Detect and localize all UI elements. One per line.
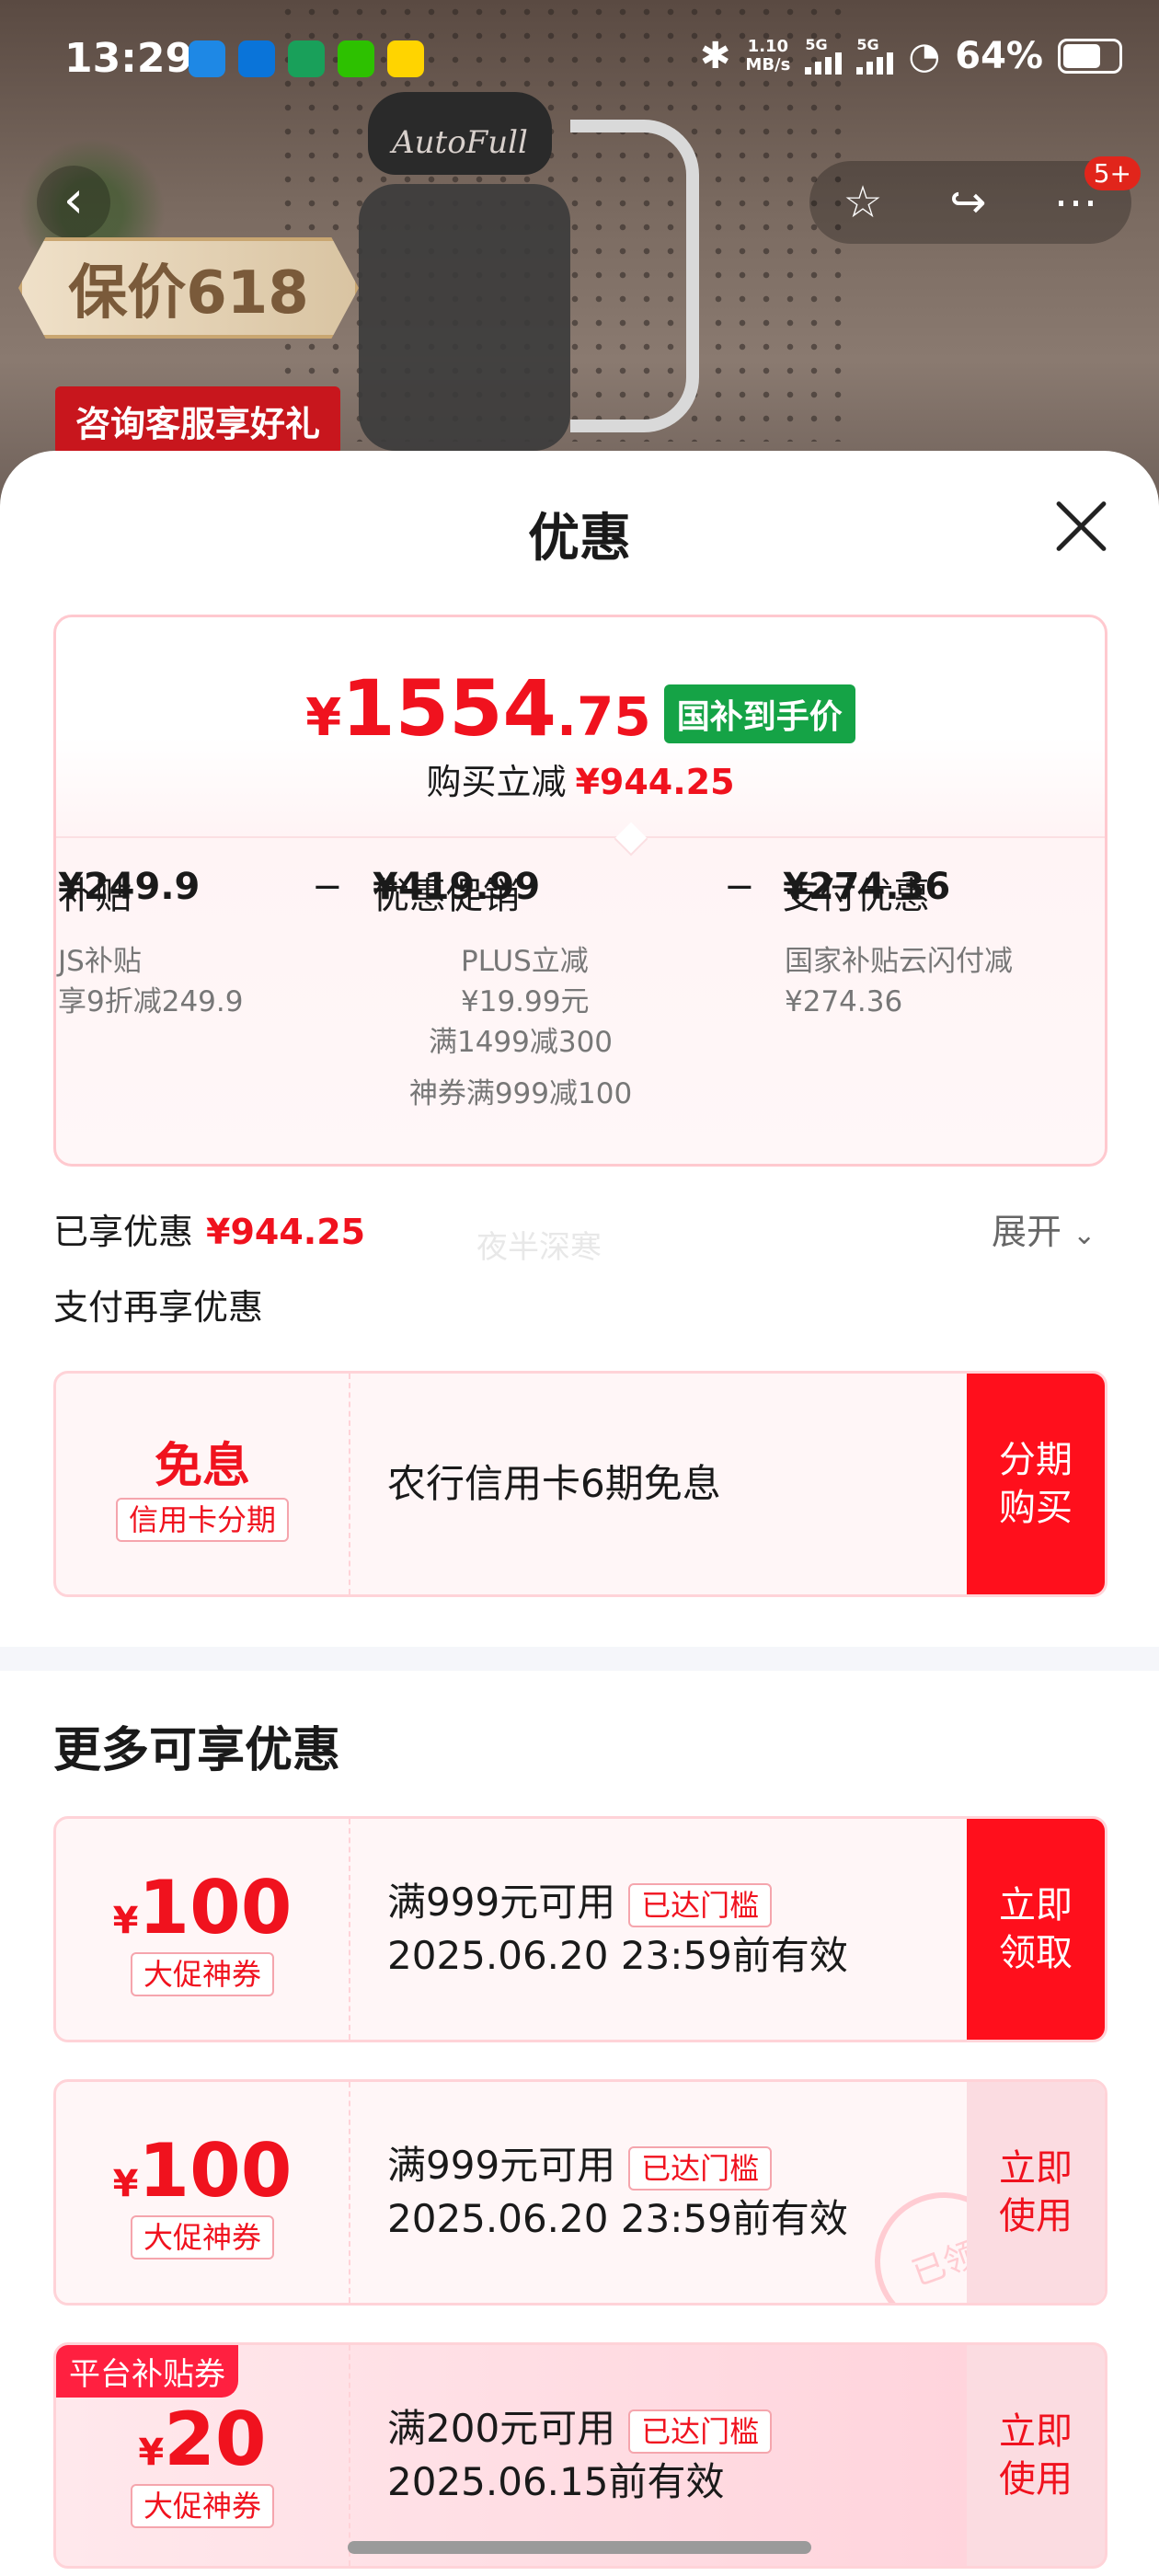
sheet-title: 优惠 <box>528 509 631 569</box>
use-coupon-button[interactable]: 立即 使用 <box>967 2345 1105 2566</box>
app-notification-icon <box>189 40 225 77</box>
price-summary-card: ¥ 1554 .75 国补到手价 购买立减 ¥944.25 补贴 ¥249.9 −… <box>53 615 1107 1167</box>
installment-card: 免息 信用卡分期 农行信用卡6期免息 分期 购买 <box>53 1371 1107 1597</box>
coupon-type-badge: 大促神券 <box>130 2215 274 2260</box>
home-indicator[interactable] <box>348 2541 811 2554</box>
signal-bars-icon <box>856 52 894 75</box>
chair-image: AutoFull <box>340 83 708 469</box>
promo-tag: 保价618 <box>18 237 359 339</box>
app-notification-icon <box>387 40 424 77</box>
status-time: 13:29 <box>64 35 194 82</box>
wifi-icon: ◔ <box>908 35 941 77</box>
bluetooth-icon: ✱ <box>699 35 731 77</box>
wechat-icon <box>338 40 374 77</box>
pay-detail: 国家补贴云闪付减 ¥274.36 <box>785 945 1013 1018</box>
coupon-left: ¥100 大促神券 <box>56 1819 350 2040</box>
credit-installment-badge: 信用卡分期 <box>115 1498 289 1542</box>
net-speed: 1.10 MB/s <box>745 37 791 75</box>
status-bar: 13:29 ✱ 1.10 MB/s 5G 5G ◔ 64% <box>0 0 1159 120</box>
app-notification-icon <box>288 40 325 77</box>
platform-subsidy-tag: 平台补贴券 <box>56 2345 238 2398</box>
message-count-badge: 5+ <box>1084 156 1141 190</box>
coupon-card: ¥100 大促神券 满999元可用 已达门槛 2025.06.20 23:59前有… <box>53 2079 1107 2306</box>
battery-percent: 64% <box>955 35 1043 77</box>
purchase-reduction: 购买立减 ¥944.25 <box>426 762 735 802</box>
more-discounts-title: 更多可享优惠 <box>53 1723 341 1778</box>
close-icon[interactable] <box>1049 492 1113 557</box>
signal-1: 5G <box>805 38 843 75</box>
status-app-icons <box>189 40 424 77</box>
minus-sign: − <box>312 866 343 908</box>
use-coupon-button[interactable]: 立即 使用 <box>967 2082 1105 2303</box>
installment-buy-button[interactable]: 分期 购买 <box>967 1374 1105 1594</box>
top-nav-actions: ☆ ↪ ⋯ <box>809 161 1131 244</box>
app-notification-icon <box>238 40 275 77</box>
signal-2: 5G <box>856 38 894 75</box>
favorite-star-icon[interactable]: ☆ <box>843 177 882 228</box>
coupon-amount: ¥100 <box>112 1865 293 1950</box>
subsidy-price-badge: 国补到手价 <box>663 684 855 743</box>
watermark: 夜半深寒 <box>476 1229 602 1266</box>
installment-left: 免息 信用卡分期 <box>56 1374 350 1594</box>
coupon-left: ¥100 大促神券 <box>56 2082 350 2303</box>
coupon-info: 满999元可用 已达门槛 2025.06.20 23:59前有效 <box>387 1880 848 1978</box>
promo-detail: PLUS立减 ¥19.99元 <box>461 945 590 1018</box>
section-divider <box>0 1647 1159 1671</box>
battery-icon <box>1058 39 1122 74</box>
price-header: ¥ 1554 .75 国补到手价 购买立减 ¥944.25 <box>56 617 1105 838</box>
coupon-info: 满200元可用 已达门槛 2025.06.15前有效 <box>387 2345 773 2566</box>
coupon-amount: ¥100 <box>112 2128 293 2214</box>
subsidy-detail: JS补贴 享9折减249.9 <box>58 945 244 1018</box>
product-image-background: AutoFull 13:29 ✱ 1.10 MB/s 5G 5G ◔ 64% ‹… <box>0 0 1159 515</box>
pay-more-title: 支付再享优惠 <box>53 1287 264 1328</box>
enjoyed-discount: 已享优惠 ¥944.25 <box>53 1212 366 1252</box>
chair-frame <box>570 120 699 432</box>
coupon-info: 满999元可用 已达门槛 2025.06.20 23:59前有效 <box>387 2143 848 2241</box>
interest-free-title: 免息 <box>154 1439 250 1494</box>
signal-bars-icon <box>805 52 843 75</box>
expand-toggle[interactable]: 展开 ⌄ <box>992 1203 1096 1254</box>
coupon-card: ¥100 大促神券 满999元可用 已达门槛 2025.06.20 23:59前有… <box>53 1816 1107 2042</box>
promo-banner[interactable]: 咨询客服享好礼 <box>55 386 340 454</box>
share-icon[interactable]: ↪ <box>949 177 986 228</box>
promo-detail-more: 满1499减300 神券满999减100 <box>408 1026 633 1110</box>
claim-coupon-button[interactable]: 立即 领取 <box>967 1819 1105 2040</box>
discount-sheet: 优惠 ¥ 1554 .75 国补到手价 购买立减 ¥944.25 补贴 ¥249.… <box>0 451 1159 2576</box>
minus-sign: − <box>724 866 755 908</box>
final-price: ¥ 1554 .75 国补到手价 <box>56 663 1105 753</box>
chair-back <box>359 184 570 451</box>
coupon-type-badge: 大促神券 <box>130 2484 274 2528</box>
threshold-badge: 已达门槛 <box>628 1882 773 1927</box>
chevron-down-icon: ⌄ <box>1073 1219 1096 1251</box>
back-button[interactable]: ‹ <box>37 166 110 239</box>
threshold-badge: 已达门槛 <box>628 2409 773 2454</box>
threshold-badge: 已达门槛 <box>628 2145 773 2191</box>
coupon-type-badge: 大促神券 <box>130 1952 274 1996</box>
discount-breakdown: 补贴 ¥249.9 − 优惠促销 ¥419.99 − 支付优惠 ¥274.36 <box>58 866 951 917</box>
coupon-amount: ¥20 <box>138 2397 267 2482</box>
brand-logo: AutoFull <box>392 124 528 161</box>
installment-desc: 农行信用卡6期免息 <box>387 1461 721 1506</box>
status-right: ✱ 1.10 MB/s 5G 5G ◔ 64% <box>700 35 1122 77</box>
coupon-card: ¥20 大促神券 平台补贴券 满200元可用 已达门槛 2025.06.15前有效… <box>53 2342 1107 2569</box>
